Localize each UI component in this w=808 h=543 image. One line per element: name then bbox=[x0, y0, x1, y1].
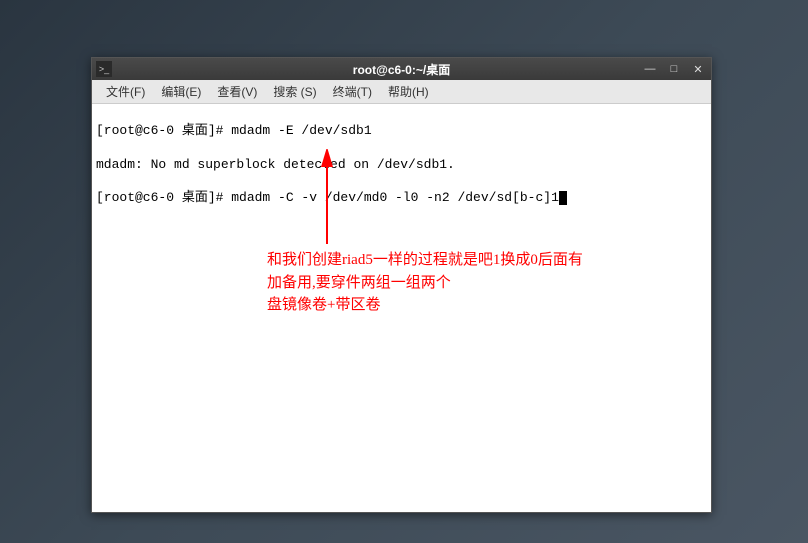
window-controls: — □ ✕ bbox=[641, 62, 707, 76]
menu-help[interactable]: 帮助(H) bbox=[380, 81, 437, 102]
titlebar[interactable]: >_ root@c6-0:~/桌面 — □ ✕ bbox=[92, 58, 711, 80]
menubar: 文件(F) 编辑(E) 查看(V) 搜索 (S) 终端(T) 帮助(H) bbox=[92, 80, 711, 104]
annotation-line: 加备用,要穿件两组一组两个 bbox=[267, 272, 697, 295]
menu-terminal[interactable]: 终端(T) bbox=[325, 81, 380, 102]
terminal-icon: >_ bbox=[96, 61, 112, 77]
maximize-button[interactable]: □ bbox=[665, 62, 683, 76]
window-title: root@c6-0:~/桌面 bbox=[353, 61, 450, 78]
menu-search[interactable]: 搜索 (S) bbox=[265, 81, 324, 102]
terminal-line: [root@c6-0 桌面]# mdadm -E /dev/sdb1 bbox=[96, 123, 707, 140]
annotation-line: 盘镜像卷+带区卷 bbox=[267, 294, 697, 317]
terminal-line: mdadm: No md superblock detected on /dev… bbox=[96, 157, 707, 174]
menu-label: 搜索 (S) bbox=[273, 85, 316, 99]
close-button[interactable]: ✕ bbox=[689, 62, 707, 76]
annotation-line: 和我们创建riad5一样的过程就是吧1换成0后面有 bbox=[267, 249, 697, 272]
menu-view[interactable]: 查看(V) bbox=[209, 81, 265, 102]
annotation-text: 和我们创建riad5一样的过程就是吧1换成0后面有 加备用,要穿件两组一组两个 … bbox=[267, 249, 697, 317]
menu-edit[interactable]: 编辑(E) bbox=[153, 81, 209, 102]
menu-label: 查看(V) bbox=[217, 85, 257, 99]
menu-label: 终端(T) bbox=[333, 85, 372, 99]
menu-label: 帮助(H) bbox=[388, 85, 429, 99]
cursor bbox=[559, 191, 567, 205]
menu-label: 编辑(E) bbox=[161, 85, 201, 99]
terminal-window: >_ root@c6-0:~/桌面 — □ ✕ 文件(F) 编辑(E) 查看(V… bbox=[91, 57, 712, 513]
menu-file[interactable]: 文件(F) bbox=[98, 81, 153, 102]
menu-label: 文件(F) bbox=[106, 85, 145, 99]
minimize-button[interactable]: — bbox=[641, 62, 659, 76]
terminal-body[interactable]: [root@c6-0 桌面]# mdadm -E /dev/sdb1 mdadm… bbox=[92, 104, 711, 512]
terminal-line: [root@c6-0 桌面]# mdadm -C -v /dev/md0 -l0… bbox=[96, 190, 707, 207]
